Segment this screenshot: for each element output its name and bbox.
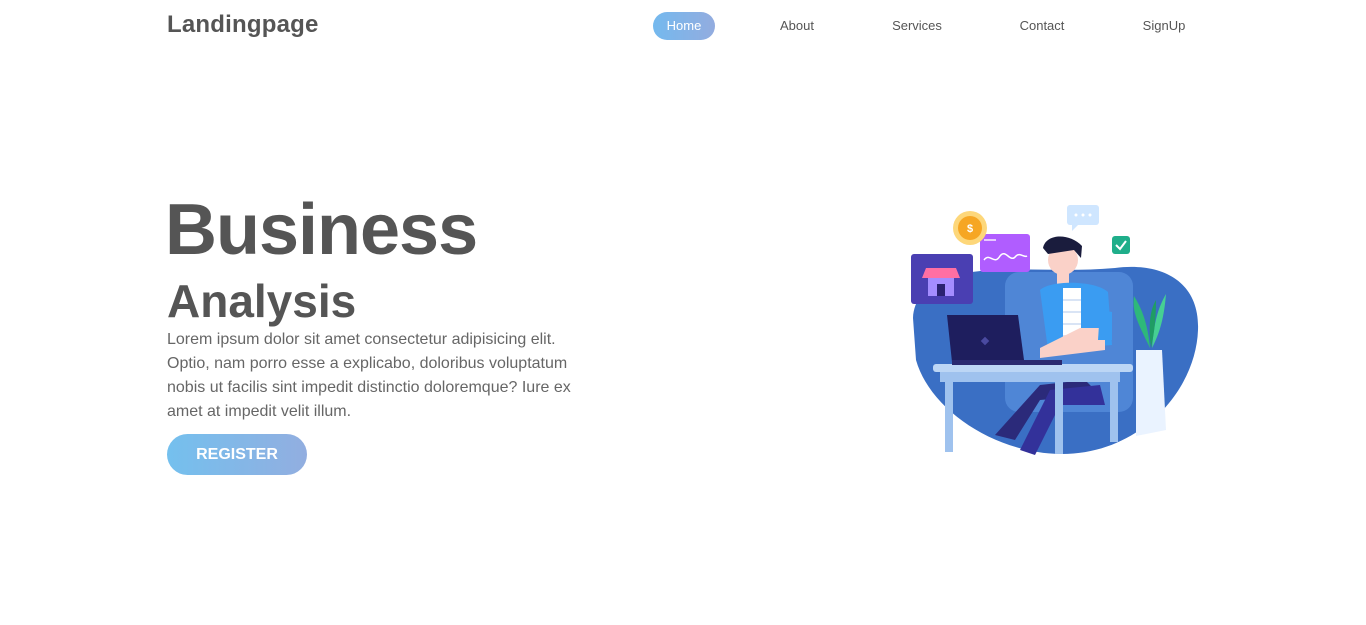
desk-leg-left [945, 382, 953, 452]
nav-services[interactable]: Services [884, 12, 950, 40]
hero-description: Lorem ipsum dolor sit amet consectetur a… [167, 331, 571, 420]
checkmark-icon [1112, 236, 1130, 254]
nav-contact[interactable]: Contact [1012, 12, 1072, 40]
coin-symbol: $ [967, 223, 973, 235]
main-nav: Home About Services Contact SignUp [0, 12, 1366, 40]
desk-leg-right [1055, 372, 1063, 454]
hero-subtitle: Analysis [167, 275, 357, 327]
business-illustration: $ [911, 205, 1199, 455]
nav-home[interactable]: Home [653, 12, 715, 40]
nav-signup[interactable]: SignUp [1136, 12, 1192, 40]
desk-top [933, 364, 1133, 372]
nav-about[interactable]: About [770, 12, 824, 40]
landing-page: Landingpage Home About Services Contact … [0, 0, 1366, 625]
register-button[interactable]: REGISTER [167, 434, 307, 475]
hero-title: Business [165, 190, 478, 270]
plant-pot [1136, 350, 1166, 436]
